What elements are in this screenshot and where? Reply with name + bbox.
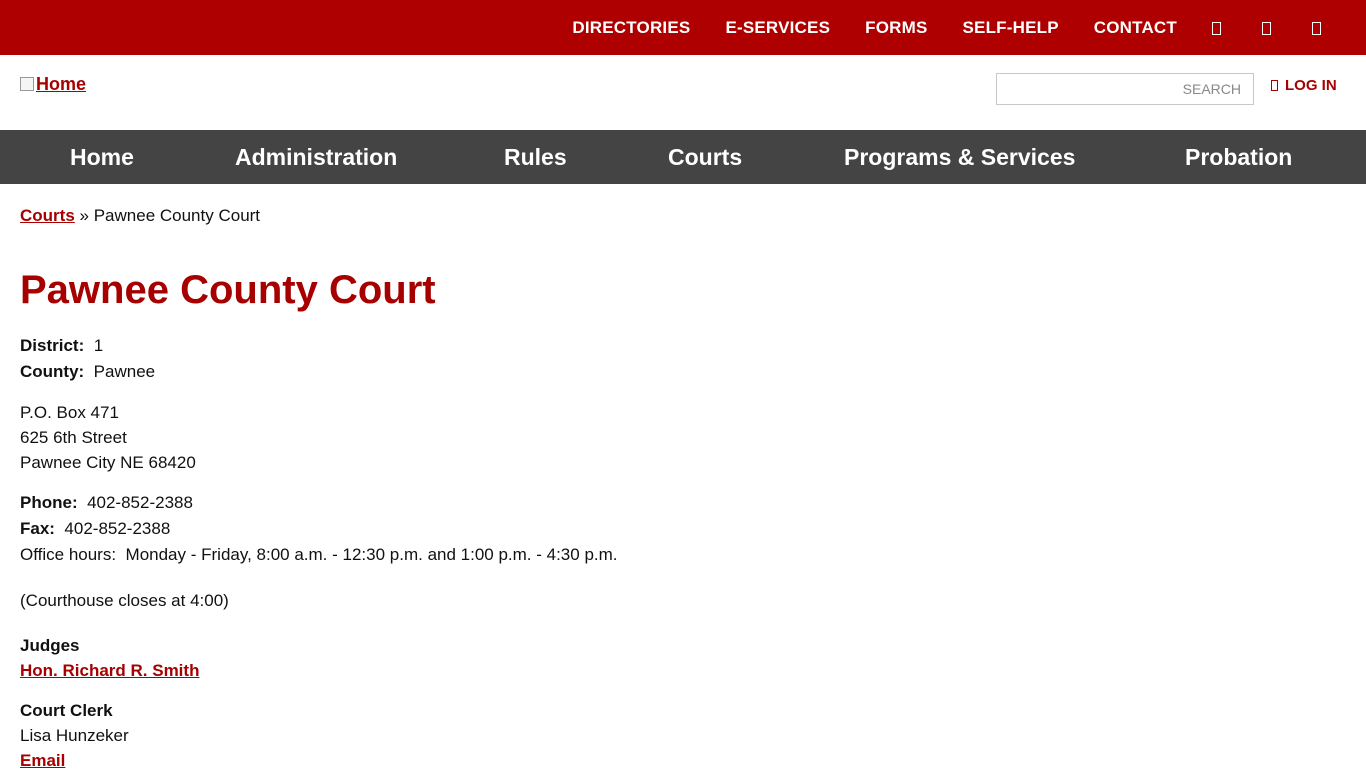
search-input[interactable] <box>996 73 1254 105</box>
nav-item-courts[interactable]: Courts <box>668 130 742 184</box>
e-services-link[interactable]: E-SERVICES <box>725 18 830 38</box>
contact-link[interactable]: CONTACT <box>1094 18 1177 38</box>
main-nav: Home Administration Rules Courts Program… <box>0 130 1366 184</box>
hours-row: Office hours: Monday - Friday, 8:00 a.m.… <box>20 542 920 568</box>
directories-link[interactable]: DIRECTORIES <box>572 18 690 38</box>
nav-item-probation[interactable]: Probation <box>1185 130 1292 184</box>
fax-value: 402-852-2388 <box>64 519 171 538</box>
breadcrumb: Courts » Pawnee County Court <box>20 206 260 226</box>
clerk-section: Court Clerk Lisa Hunzeker Email <box>20 698 920 773</box>
nav-item-home[interactable]: Home <box>70 130 134 184</box>
page-title: Pawnee County Court <box>20 268 436 312</box>
county-row: County: Pawnee <box>20 359 920 385</box>
address-block: P.O. Box 471 625 6th Street Pawnee City … <box>20 400 920 475</box>
county-label: County: <box>20 362 85 381</box>
phone-row: Phone: 402-852-2388 <box>20 490 920 516</box>
self-help-link[interactable]: SELF-HELP <box>963 18 1059 38</box>
hours-label: Office hours: <box>20 545 117 564</box>
logo-alt-text: Home <box>36 74 87 94</box>
clerk-heading: Court Clerk <box>20 701 113 720</box>
district-label: District: <box>20 336 85 355</box>
home-logo-link[interactable]: Home <box>20 74 86 95</box>
clerk-email-link[interactable]: Email <box>20 751 65 770</box>
utility-nav: DIRECTORIES E-SERVICES FORMS SELF-HELP C… <box>572 0 1366 55</box>
district-value: 1 <box>93 336 104 355</box>
top-bar: DIRECTORIES E-SERVICES FORMS SELF-HELP C… <box>0 0 1366 55</box>
clerk-name: Lisa Hunzeker <box>20 726 129 745</box>
breadcrumb-current: Pawnee County Court <box>93 206 261 225</box>
facebook-icon[interactable] <box>1212 20 1228 36</box>
judges-section: Judges Hon. Richard R. Smith <box>20 633 920 683</box>
court-details: District: 1 County: Pawnee P.O. Box 471 … <box>20 333 920 773</box>
broken-image-icon <box>20 77 34 91</box>
fax-row: Fax: 402-852-2388 <box>20 516 920 542</box>
county-value: Pawnee <box>93 362 156 381</box>
address-line: Pawnee City NE 68420 <box>20 453 196 472</box>
phone-value: 402-852-2388 <box>87 493 193 512</box>
nav-item-administration[interactable]: Administration <box>235 130 397 184</box>
address-line: P.O. Box 471 <box>20 403 119 422</box>
courthouse-note: (Courthouse closes at 4:00) <box>20 591 229 610</box>
nav-item-rules[interactable]: Rules <box>504 130 567 184</box>
breadcrumb-separator: » <box>79 206 89 225</box>
address-line: 625 6th Street <box>20 428 127 447</box>
login-label: LOG IN <box>1285 77 1337 94</box>
youtube-icon[interactable] <box>1312 20 1328 36</box>
judge-link[interactable]: Hon. Richard R. Smith <box>20 661 199 680</box>
hours-value: Monday - Friday, 8:00 a.m. - 12:30 p.m. … <box>125 545 618 564</box>
fax-label: Fax: <box>20 519 55 538</box>
contact-block: Phone: 402-852-2388 Fax: 402-852-2388 Of… <box>20 490 920 568</box>
forms-link[interactable]: FORMS <box>865 18 927 38</box>
judges-heading: Judges <box>20 636 80 655</box>
nav-item-programs-services[interactable]: Programs & Services <box>844 130 1075 184</box>
district-row: District: 1 <box>20 333 920 359</box>
breadcrumb-courts-link[interactable]: Courts <box>20 206 75 225</box>
user-icon <box>1271 80 1278 91</box>
phone-label: Phone: <box>20 493 78 512</box>
login-link[interactable]: LOG IN <box>1271 77 1337 94</box>
twitter-icon[interactable] <box>1262 20 1278 36</box>
